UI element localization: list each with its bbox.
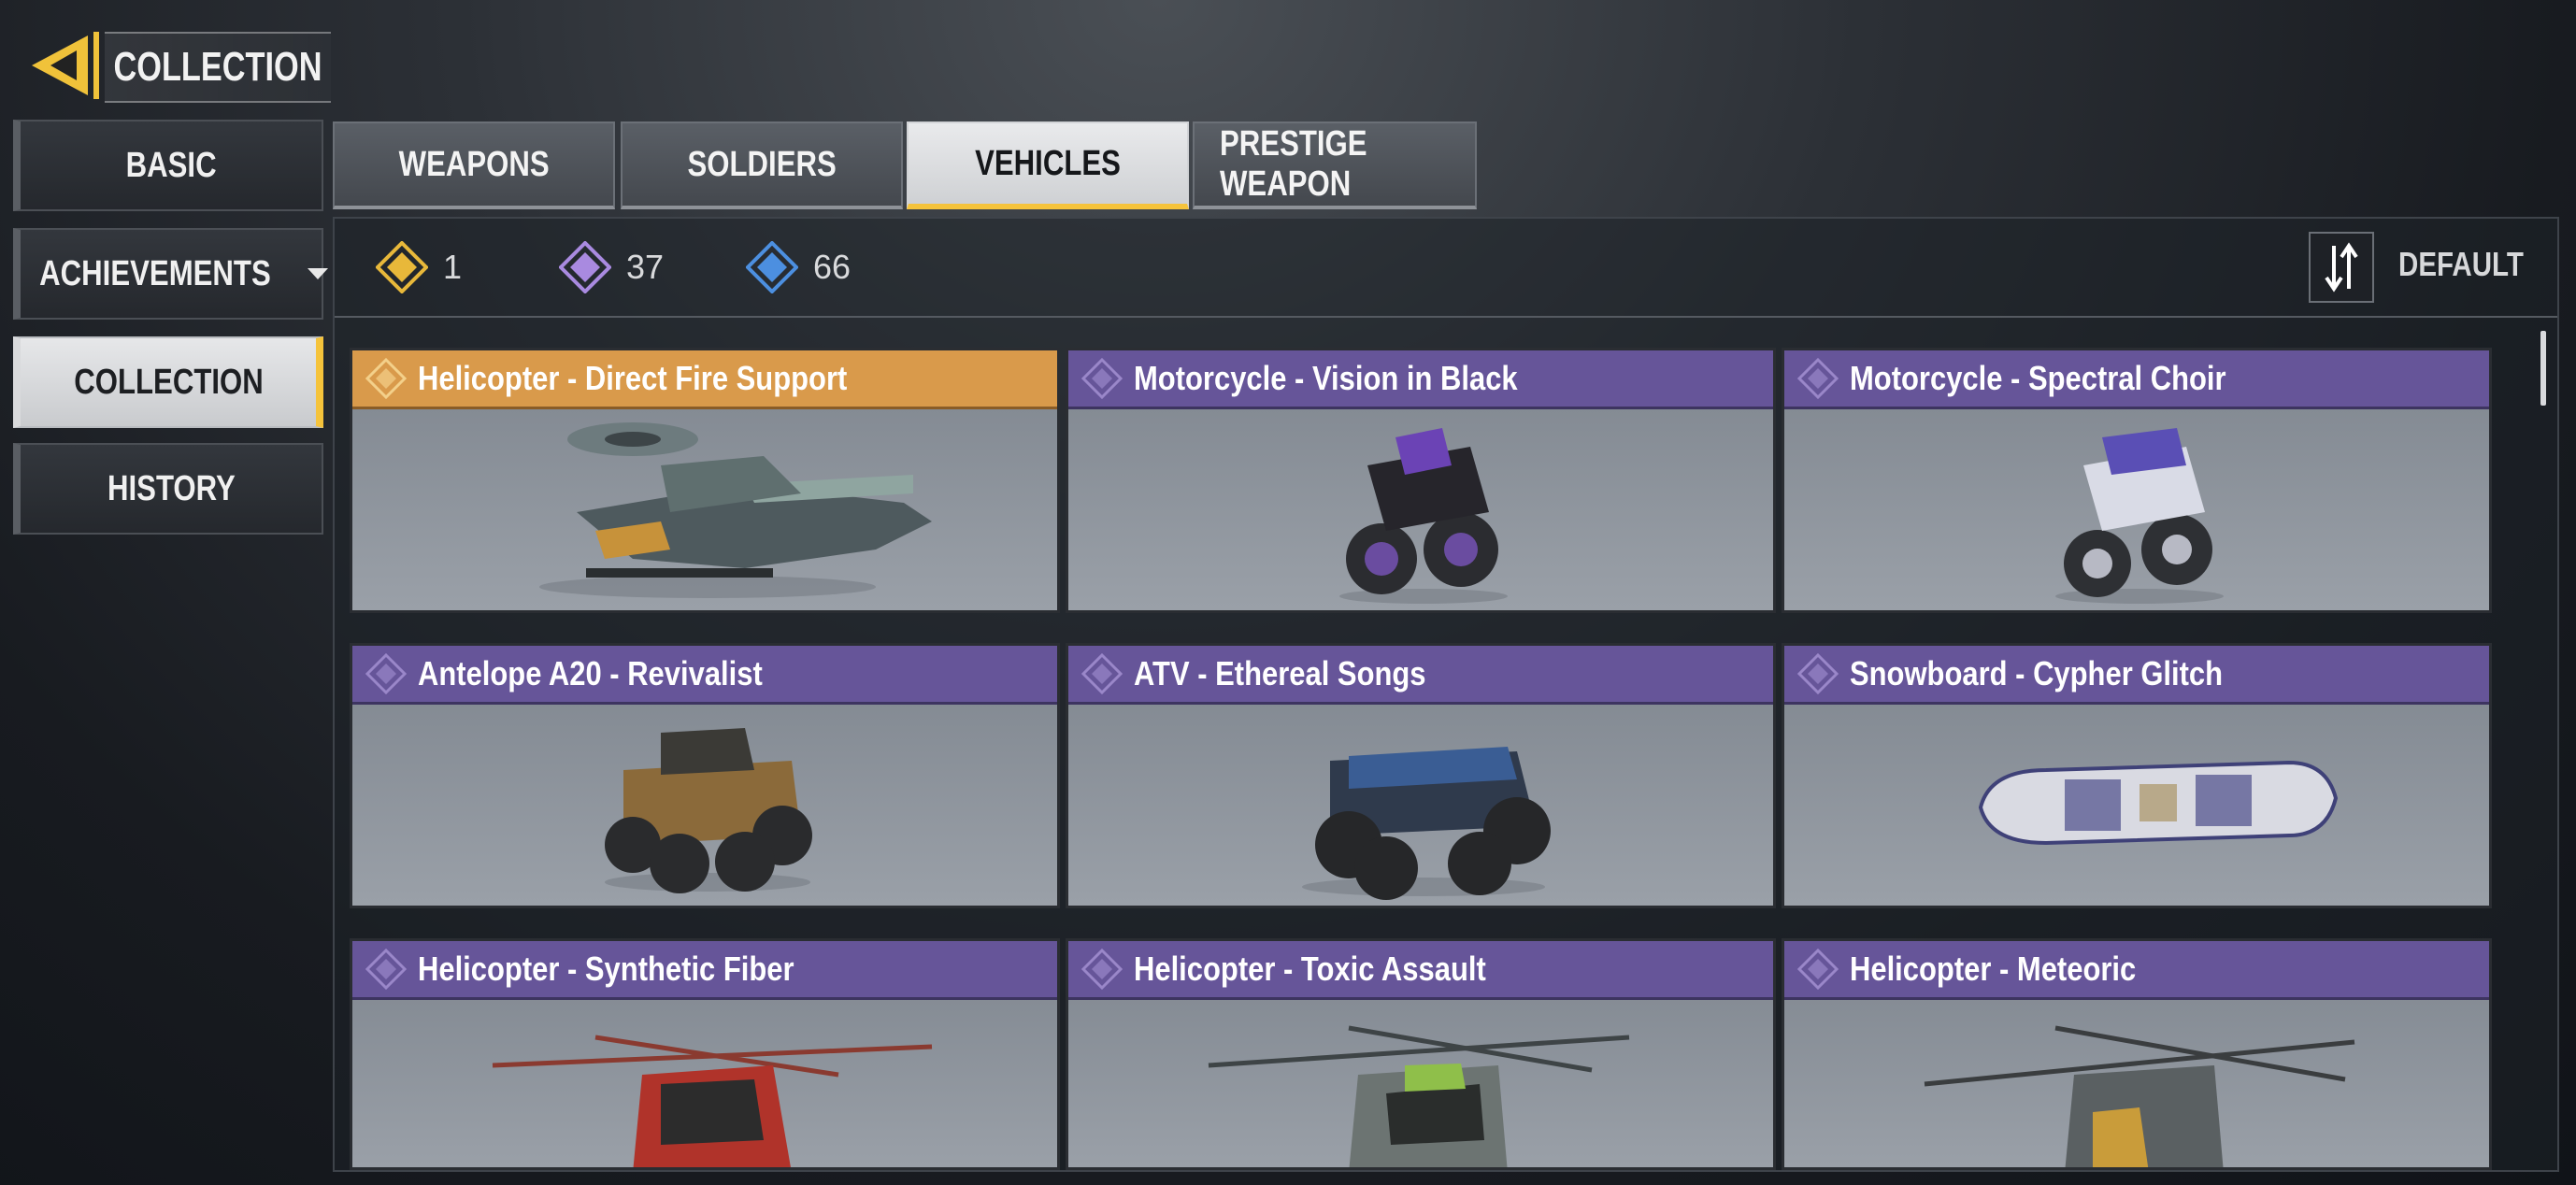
collection-item-card[interactable]: Helicopter - Synthetic Fiber [350,938,1060,1170]
sort-button[interactable] [2309,232,2374,303]
card-header: Antelope A20 - Revivalist [352,646,1057,705]
sidebar-item-history[interactable]: HISTORY [13,443,323,535]
snowboard-image [1784,705,2489,906]
card-header: Motorcycle - Spectral Choir [1784,350,2489,409]
collection-item-card[interactable]: Helicopter - Direct Fire Support [350,348,1060,613]
sidebar-item-basic[interactable]: BASIC [13,120,323,211]
epic-diamond-icon [365,949,407,990]
legendary-diamond-icon [365,358,407,399]
scrollbar[interactable] [2540,331,2546,406]
epic-diamond-icon [1797,358,1839,399]
card-header: Helicopter - Synthetic Fiber [352,941,1057,1000]
buggy-image [352,705,1057,906]
tab-vehicles[interactable]: VEHICLES [907,121,1189,209]
chevron-down-icon [307,268,328,279]
legendary-count: 1 [376,241,462,293]
tab-soldiers[interactable]: SOLDIERS [621,121,903,209]
rare-count: 66 [746,241,851,293]
collection-item-card[interactable]: Antelope A20 - Revivalist [350,643,1060,908]
sort-label[interactable]: DEFAULT [2398,245,2551,284]
collection-item-card[interactable]: Helicopter - Meteoric [1782,938,2492,1170]
sidebar-item-collection[interactable]: COLLECTION [13,336,323,428]
card-header: ATV - Ethereal Songs [1068,646,1773,705]
epic-count: 37 [559,241,664,293]
card-header: Helicopter - Direct Fire Support [352,350,1057,409]
page-title: COLLECTION [105,32,331,103]
helicopter-image [1068,1000,1773,1167]
helicopter-image [352,409,1057,610]
tab-prestige-weapon[interactable]: PRESTIGE WEAPON [1193,121,1477,209]
motorcycle-image [1784,409,2489,610]
card-header: Helicopter - Meteoric [1784,941,2489,1000]
epic-diamond-icon [1081,358,1123,399]
collection-item-card[interactable]: Motorcycle - Vision in Black [1066,348,1776,613]
sort-icon [2325,242,2358,293]
legendary-diamond-icon [376,241,428,293]
collection-item-card[interactable]: ATV - Ethereal Songs [1066,643,1776,908]
card-header: Helicopter - Toxic Assault [1068,941,1773,1000]
atv-image [1068,705,1773,906]
card-header: Snowboard - Cypher Glitch [1784,646,2489,705]
epic-diamond-icon [1081,949,1123,990]
epic-diamond-icon [559,241,611,293]
collection-item-card[interactable]: Helicopter - Toxic Assault [1066,938,1776,1170]
motorcycle-image [1068,409,1773,610]
helicopter-image [352,1000,1057,1167]
collection-item-card[interactable]: Motorcycle - Spectral Choir [1782,348,2492,613]
collection-panel: 1 37 66 DEFAULT Helicopter - Direct Fire… [333,217,2559,1172]
helicopter-image [1784,1000,2489,1167]
tab-weapons[interactable]: WEAPONS [333,121,615,209]
epic-diamond-icon [1081,653,1123,694]
rare-diamond-icon [746,241,798,293]
epic-diamond-icon [1797,653,1839,694]
back-arrow-icon[interactable] [26,28,101,103]
epic-diamond-icon [1797,949,1839,990]
rarity-stats-bar: 1 37 66 DEFAULT [335,219,2557,318]
card-header: Motorcycle - Vision in Black [1068,350,1773,409]
sidebar-item-achievements[interactable]: ACHIEVEMENTS [13,228,328,320]
collection-item-card[interactable]: Snowboard - Cypher Glitch [1782,643,2492,908]
epic-diamond-icon [365,653,407,694]
